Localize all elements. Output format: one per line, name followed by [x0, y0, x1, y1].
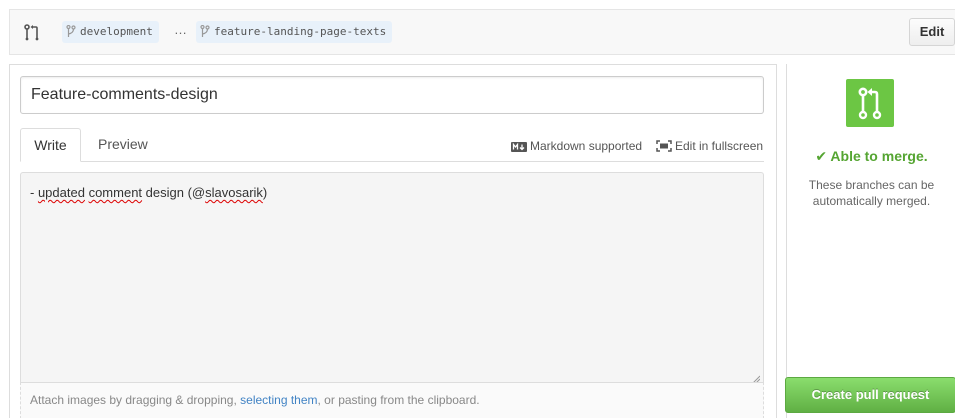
body-text: - updated comment design (@slavosarik) — [30, 185, 268, 200]
compare-bar: development … feature-landing-page-texts… — [9, 9, 955, 55]
merge-status-icon — [846, 79, 894, 127]
head-branch-selector[interactable]: feature-landing-page-texts — [196, 21, 393, 43]
title-input[interactable]: Feature-comments-design — [20, 76, 764, 114]
select-files-link[interactable]: selecting them — [240, 393, 317, 407]
pull-request-form: Feature-comments-design Write Preview Ma… — [9, 64, 777, 418]
git-pull-request-icon — [24, 24, 40, 42]
comment-body-textarea[interactable]: - updated comment design (@slavosarik) — [20, 172, 764, 384]
merge-status-panel: ✔ Able to merge. These branches can be a… — [785, 64, 955, 418]
merge-status-text: ✔ Able to merge. — [815, 148, 928, 164]
fullscreen-label: Edit in fullscreen — [675, 139, 764, 153]
markdown-label: Markdown supported — [530, 139, 643, 153]
tab-write[interactable]: Write — [20, 128, 81, 162]
base-branch-name: development — [80, 25, 153, 38]
tab-preview[interactable]: Preview — [84, 128, 162, 162]
merge-description: These branches can be automatically merg… — [808, 178, 935, 208]
head-branch-name: feature-landing-page-texts — [214, 25, 387, 38]
edit-button[interactable]: Edit — [909, 18, 955, 46]
create-pull-request-button[interactable]: Create pull request — [785, 377, 955, 413]
check-icon: ✔ — [815, 148, 828, 164]
base-branch-selector[interactable]: development — [62, 21, 159, 43]
attach-images-bar: Attach images by dragging & dropping, se… — [20, 382, 764, 418]
git-branch-icon — [200, 23, 210, 37]
git-pull-request-icon — [858, 87, 882, 120]
fullscreen-link[interactable]: Edit in fullscreen — [656, 139, 763, 155]
branch-separator: … — [174, 22, 188, 37]
git-branch-icon — [66, 23, 76, 37]
resize-grip-icon[interactable] — [752, 371, 761, 384]
markdown-supported-link[interactable]: Markdown supported — [511, 139, 642, 155]
fullscreen-icon — [656, 140, 672, 155]
markdown-icon — [511, 141, 527, 155]
